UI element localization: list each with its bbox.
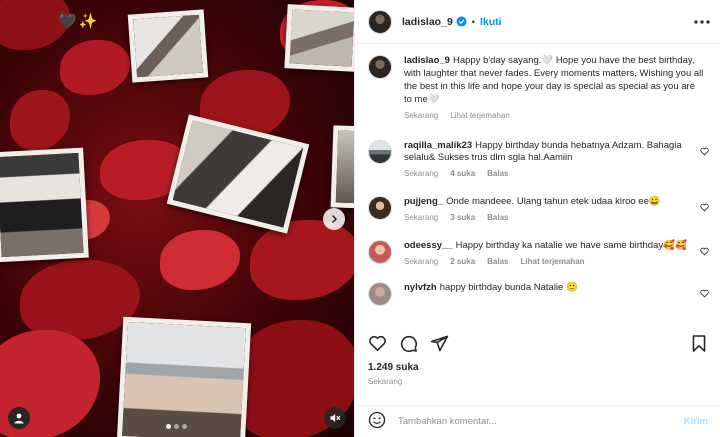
comment: raqilla_malik23 Happy birthday bunda heba…	[368, 139, 709, 181]
post-comment-button[interactable]: Kirim	[684, 416, 708, 427]
avatar[interactable]	[368, 239, 392, 264]
reply-button[interactable]: Balas	[487, 257, 508, 268]
rose-petal	[10, 90, 70, 150]
comment-time: Sekarang	[404, 169, 439, 179]
smiley-icon	[368, 411, 386, 429]
emoji-picker-button[interactable]	[368, 411, 386, 432]
carousel-dot	[174, 424, 179, 429]
speaker-muted-icon	[330, 414, 341, 422]
comment: nylvfzh happy birthday bunda Natalie 🙂	[368, 281, 709, 306]
avatar[interactable]	[368, 55, 392, 79]
rose-petal	[160, 230, 240, 290]
carousel-dot	[166, 424, 171, 429]
follow-button[interactable]: Ikuti	[480, 16, 502, 28]
comments-list[interactable]: ladislao_9 Happy b'day sayang.🤍 Hope you …	[355, 45, 720, 326]
post-caption: ladislao_9 Happy b'day sayang.🤍 Hope you …	[368, 55, 709, 122]
comment-text: Onde mandeee. Ulang tahun etek udaa kiro…	[446, 196, 661, 208]
likes-count[interactable]: 1.249 suka	[368, 362, 708, 373]
avatar[interactable]	[368, 9, 392, 34]
photo-print-right	[330, 125, 354, 209]
verified-badge-icon	[456, 16, 467, 27]
comment-likes[interactable]: 3 suka	[450, 213, 475, 224]
heart-icon	[369, 335, 386, 352]
see-translation-link[interactable]: Lihat terjemahan	[450, 111, 510, 122]
like-comment-heart-icon[interactable]	[700, 203, 709, 215]
like-comment-heart-icon[interactable]	[700, 147, 709, 159]
caption-time: Sekarang	[404, 110, 439, 120]
comment: pujjeng_ Onde mandeee. Ulang tahun etek u…	[368, 196, 709, 224]
instagram-post: 🖤 ✨ ladislao_9 • Ikuti ladislao_9 Happy …	[0, 0, 720, 437]
bookmark-icon	[692, 335, 706, 352]
avatar[interactable]	[368, 139, 392, 164]
mute-audio-button[interactable]	[324, 407, 346, 429]
comment-button[interactable]	[399, 334, 418, 356]
see-translation-link[interactable]: Lihat terjemahan	[521, 257, 585, 268]
photo-print-top	[127, 9, 209, 83]
comment-likes[interactable]: 4 suka	[450, 169, 475, 180]
avatar[interactable]	[368, 196, 392, 221]
like-button[interactable]	[368, 334, 387, 356]
reply-button[interactable]: Balas	[487, 213, 508, 224]
black-heart-emoji: 🖤	[58, 12, 77, 30]
save-button[interactable]	[690, 334, 708, 356]
rose-petal	[60, 40, 130, 95]
photo-print-bottom	[116, 316, 252, 437]
comment: odeessy__ Happy birthday ka natalie we ha…	[368, 239, 709, 268]
comment-meta: Sekarang 2 suka Balas Lihat terjemahan	[404, 257, 695, 268]
comment-text: Happy birthday ka natalie we have same b…	[455, 239, 687, 251]
comment-username[interactable]: odeessy__	[404, 240, 453, 251]
like-comment-heart-icon[interactable]	[700, 247, 709, 259]
carousel-dot	[182, 424, 187, 429]
photo-print-top-right	[284, 4, 354, 72]
author-username[interactable]: ladislao_9	[402, 16, 453, 28]
comment-bubble-icon	[400, 335, 418, 353]
comment-input[interactable]	[398, 416, 684, 427]
post-actions: 1.249 suka Sekarang	[355, 330, 720, 386]
paper-plane-icon	[430, 335, 449, 352]
post-details-panel: ladislao_9 • Ikuti ladislao_9 Happy b'day…	[354, 0, 720, 437]
post-header: ladislao_9 • Ikuti	[355, 0, 720, 44]
caption-meta: Sekarang Lihat terjemahan	[404, 111, 705, 122]
like-comment-heart-icon[interactable]	[700, 289, 709, 301]
caption-emojis: 🖤 ✨	[58, 14, 99, 29]
comment-username[interactable]: nylvfzh	[404, 282, 437, 293]
photo-print-left	[0, 147, 89, 263]
post-media[interactable]: 🖤 ✨	[0, 0, 354, 437]
tagged-users-button[interactable]	[8, 407, 30, 429]
comment-meta: Sekarang 4 suka Balas	[404, 169, 695, 180]
sparkles-emoji: ✨	[78, 12, 98, 30]
reply-button[interactable]: Balas	[487, 169, 508, 180]
chevron-right-icon	[331, 214, 338, 224]
comment-time: Sekarang	[404, 213, 439, 223]
add-comment-bar: Kirim	[355, 405, 720, 437]
share-button[interactable]	[430, 334, 449, 356]
more-options-button[interactable]	[694, 19, 710, 24]
comment-meta: Sekarang 3 suka Balas	[404, 213, 695, 224]
header-separator: •	[471, 16, 475, 27]
comment-username[interactable]: raqilla_malik23	[404, 140, 472, 151]
photo-print-center	[166, 114, 310, 234]
comment-likes[interactable]: 2 suka	[450, 257, 475, 268]
carousel-indicator	[166, 424, 187, 429]
user-icon	[14, 413, 24, 424]
next-slide-button[interactable]	[323, 208, 345, 230]
more-horizontal-icon	[694, 19, 710, 24]
comment-username[interactable]: pujjeng_	[404, 196, 443, 207]
avatar[interactable]	[368, 281, 392, 306]
comment-time: Sekarang	[404, 256, 439, 266]
post-time: Sekarang	[368, 377, 403, 386]
comment-text: happy birthday bunda Natalie 🙂	[439, 281, 578, 293]
rose-petal	[250, 220, 354, 300]
caption-username[interactable]: ladislao_9	[404, 55, 450, 66]
